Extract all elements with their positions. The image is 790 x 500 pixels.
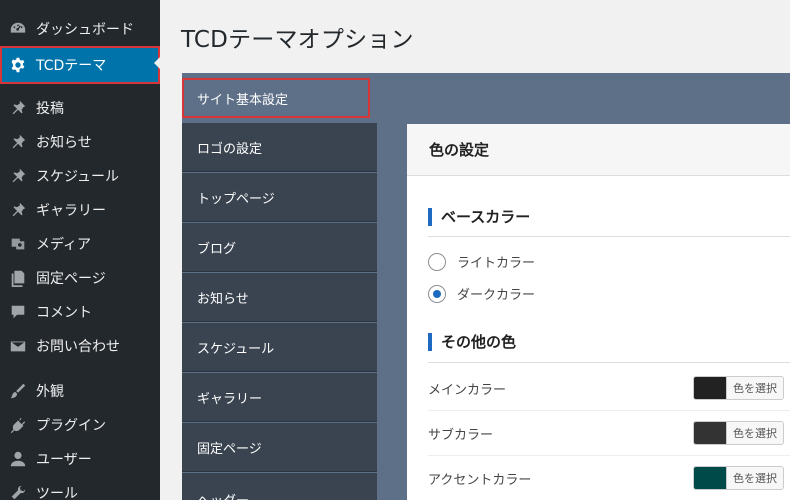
select-color-button[interactable]: 色を選択 [726,377,783,399]
menu-item-news[interactable]: お知らせ [0,125,160,159]
accent-color-picker[interactable]: 色を選択 [693,466,784,490]
select-color-button[interactable]: 色を選択 [726,422,783,444]
page-title: TCDテーマオプション [181,27,414,53]
main-color-label: メインカラー [428,382,507,398]
menu-item-label: プラグイン [36,418,106,434]
row-divider [428,455,790,456]
radio-button[interactable] [428,252,446,271]
card-title: 色の設定 [407,124,790,176]
menu-item-label: コメント [36,305,92,321]
menu-item-label: スケジュール [36,169,120,185]
pin-icon [8,98,28,118]
sub-color-label: サブカラー [428,427,494,443]
menu-item-label: メディア [36,237,92,253]
menu-item-dashboard[interactable]: ダッシュボード [0,12,160,46]
comment-icon [8,302,28,322]
menu-item-label: 投稿 [36,101,64,117]
tab-static-pages[interactable]: 固定ページ [182,423,377,472]
dashboard-icon [8,19,28,39]
plugin-icon [8,415,28,435]
current-indicator-arrow [154,57,160,69]
menu-item-label: ユーザー [36,452,92,468]
menu-item-label: お問い合わせ [36,339,120,355]
menu-item-gallery[interactable]: ギャラリー [0,193,160,227]
options-tab-list: サイト基本設定 ロゴの設定 トップページ ブログ お知らせ スケジュール ギャラ… [182,73,377,500]
tab-blog[interactable]: ブログ [182,223,377,272]
radio-dark-color[interactable]: ダークカラー [428,284,535,303]
select-color-button[interactable]: 色を選択 [726,467,783,489]
color-swatch[interactable] [694,377,726,399]
sub-color-picker[interactable]: 色を選択 [693,421,784,445]
accent-color-label: アクセントカラー [428,472,532,488]
menu-item-label: 外観 [36,384,64,400]
menu-item-label: ダッシュボード [36,22,134,38]
page-icon [8,268,28,288]
color-swatch[interactable] [694,467,726,489]
mail-icon [8,336,28,356]
gear-icon [8,55,28,75]
menu-item-media[interactable]: メディア [0,227,160,261]
menu-item-label: ギャラリー [36,203,106,219]
row-divider [428,410,790,411]
menu-item-posts[interactable]: 投稿 [0,91,160,125]
menu-item-label: ツール [36,486,78,500]
menu-item-tools[interactable]: ツール [0,476,160,500]
tab-logo-settings[interactable]: ロゴの設定 [182,123,377,172]
menu-item-tcd-theme[interactable]: TCDテーマ [0,46,160,84]
menu-item-comments[interactable]: コメント [0,295,160,329]
pin-icon [8,132,28,152]
tab-news[interactable]: お知らせ [182,273,377,322]
menu-item-contact[interactable]: お問い合わせ [0,329,160,363]
brush-icon [8,381,28,401]
base-color-heading-text: ベースカラー [441,208,531,226]
color-settings-card: 色の設定 ベースカラー ライトカラー ダークカラー その他の色 メインカラー 色… [407,124,790,500]
menu-item-schedule[interactable]: スケジュール [0,159,160,193]
menu-item-users[interactable]: ユーザー [0,442,160,476]
menu-item-plugins[interactable]: プラグイン [0,408,160,442]
other-colors-heading-text: その他の色 [441,333,517,351]
tab-top-page[interactable]: トップページ [182,173,377,222]
wrench-icon [8,483,28,500]
main-color-picker[interactable]: 色を選択 [693,376,784,400]
menu-item-label: 固定ページ [36,271,106,287]
admin-sidebar: ダッシュボード TCDテーマ 投稿 お知らせ スケジュール ギャラリー メディア… [0,0,160,500]
other-colors-heading: その他の色 [428,331,516,352]
menu-item-appearance[interactable]: 外観 [0,374,160,408]
radio-button-checked[interactable] [428,284,446,303]
radio-label: ライトカラー [457,256,536,271]
menu-item-label: TCDテーマ [36,58,107,74]
tab-gallery[interactable]: ギャラリー [182,373,377,422]
color-swatch[interactable] [694,422,726,444]
divider [428,236,790,237]
pin-icon [8,166,28,186]
tab-schedule[interactable]: スケジュール [182,323,377,372]
media-icon [8,234,28,254]
radio-label: ダークカラー [457,288,536,303]
base-color-heading: ベースカラー [428,206,530,227]
user-icon [8,449,28,469]
tab-site-basic-settings[interactable]: サイト基本設定 [182,78,370,118]
pin-icon [8,200,28,220]
menu-item-label: お知らせ [36,135,92,151]
menu-item-pages[interactable]: 固定ページ [0,261,160,295]
divider [428,362,790,363]
radio-light-color[interactable]: ライトカラー [428,252,535,271]
tab-header[interactable]: ヘッダー [182,473,377,500]
